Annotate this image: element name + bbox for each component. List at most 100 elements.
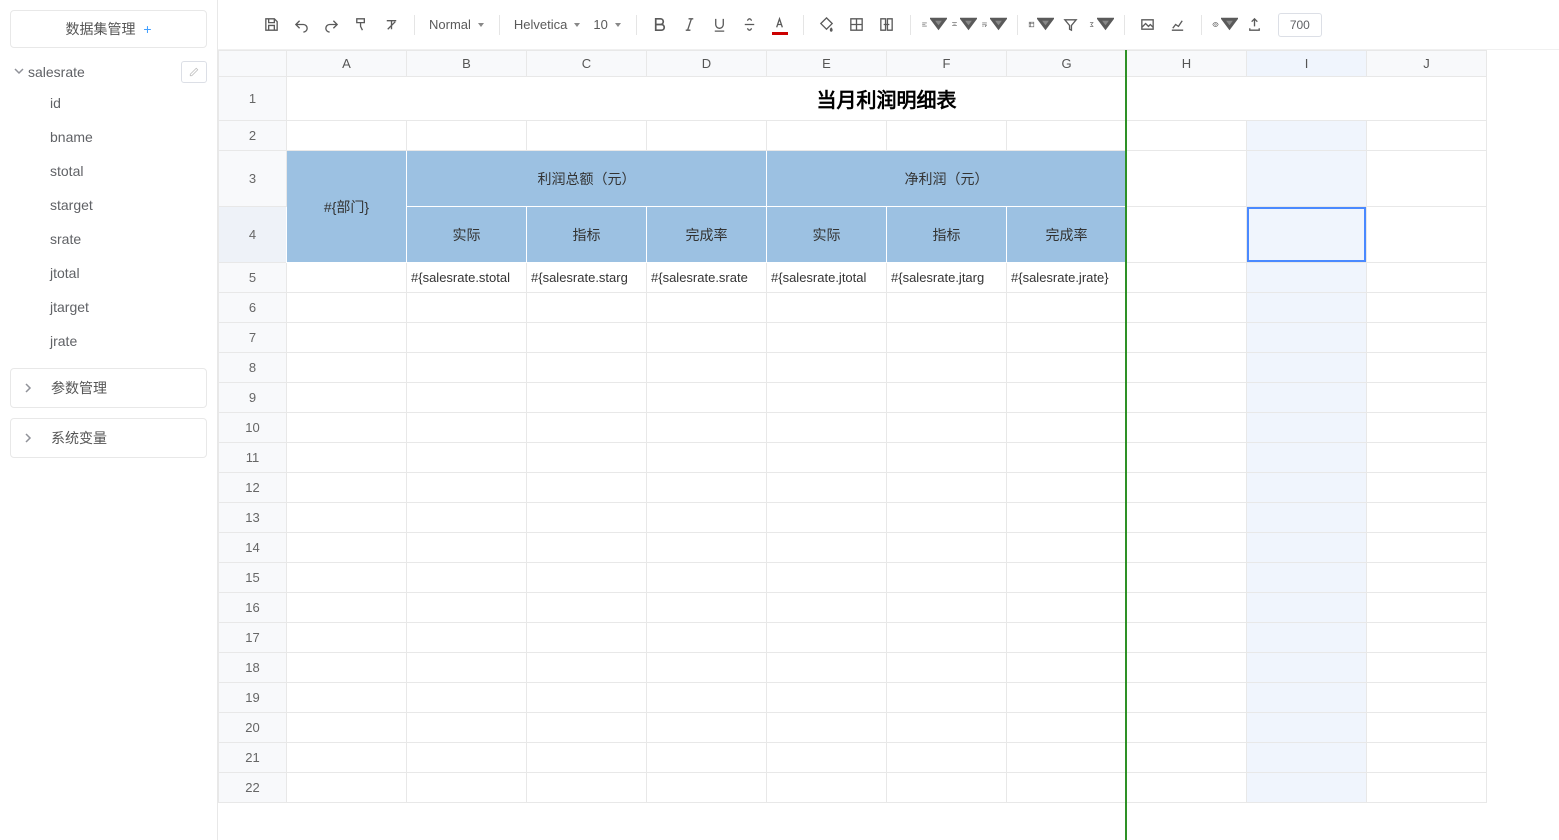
cell-D12[interactable] [647,473,767,503]
italic-icon[interactable] [677,12,703,38]
col-header-B[interactable]: B [407,51,527,77]
cell-C7[interactable] [527,323,647,353]
cell-J16[interactable] [1367,593,1487,623]
cell-A13[interactable] [287,503,407,533]
cell-H11[interactable] [1127,443,1247,473]
cell-A9[interactable] [287,383,407,413]
cell-A2[interactable] [287,121,407,151]
cell-E10[interactable] [767,413,887,443]
cell-D13[interactable] [647,503,767,533]
row-header-10[interactable]: 10 [219,413,287,443]
cell-J21[interactable] [1367,743,1487,773]
cell-D17[interactable] [647,623,767,653]
bold-icon[interactable] [647,12,673,38]
cell-H2[interactable] [1127,121,1247,151]
cell-J2[interactable] [1367,121,1487,151]
export-icon[interactable] [1242,12,1268,38]
cell-F19[interactable] [887,683,1007,713]
cell-J6[interactable] [1367,293,1487,323]
cell-C2[interactable] [527,121,647,151]
cell-I13[interactable] [1247,503,1367,533]
cell-dept[interactable]: #{部门} [287,151,407,263]
cell-C11[interactable] [527,443,647,473]
cell-G22[interactable] [1007,773,1127,803]
cell-B2[interactable] [407,121,527,151]
cell-H3[interactable] [1127,151,1247,207]
cell-D14[interactable] [647,533,767,563]
cell-C19[interactable] [527,683,647,713]
cell-A21[interactable] [287,743,407,773]
cell-D7[interactable] [647,323,767,353]
cell-F15[interactable] [887,563,1007,593]
row-header-22[interactable]: 22 [219,773,287,803]
cell-D16[interactable] [647,593,767,623]
cell-A16[interactable] [287,593,407,623]
cell-J12[interactable] [1367,473,1487,503]
tree-node-salesrate[interactable]: salesrate [10,58,207,86]
tree-field-jtotal[interactable]: jtotal [50,256,207,290]
freeze-icon[interactable] [1028,12,1054,38]
strike-icon[interactable] [737,12,763,38]
row-header-15[interactable]: 15 [219,563,287,593]
cell-J11[interactable] [1367,443,1487,473]
cell-C16[interactable] [527,593,647,623]
cell-B7[interactable] [407,323,527,353]
cell-H22[interactable] [1127,773,1247,803]
font-size-select[interactable]: 10 [589,12,625,38]
chart-icon[interactable] [1165,12,1191,38]
col-header-I[interactable]: I [1247,51,1367,77]
cell-D18[interactable] [647,653,767,683]
cell-D8[interactable] [647,353,767,383]
cell-J8[interactable] [1367,353,1487,383]
row-header-8[interactable]: 8 [219,353,287,383]
cell-I7[interactable] [1247,323,1367,353]
preview-icon[interactable] [1212,12,1238,38]
cell-I8[interactable] [1247,353,1367,383]
col-header-F[interactable]: F [887,51,1007,77]
cell-A22[interactable] [287,773,407,803]
cell-J5[interactable] [1367,263,1487,293]
filter-icon[interactable] [1058,12,1084,38]
h-align-icon[interactable] [921,12,947,38]
cell-G15[interactable] [1007,563,1127,593]
cell-F11[interactable] [887,443,1007,473]
cell-I16[interactable] [1247,593,1367,623]
cell-sub2-target[interactable]: 指标 [887,207,1007,263]
tree-field-stotal[interactable]: stotal [50,154,207,188]
cell-G2[interactable] [1007,121,1127,151]
cell-J14[interactable] [1367,533,1487,563]
cell-A19[interactable] [287,683,407,713]
cell-I10[interactable] [1247,413,1367,443]
cell-G20[interactable] [1007,713,1127,743]
cell-I9[interactable] [1247,383,1367,413]
cell-D19[interactable] [647,683,767,713]
cell-H9[interactable] [1127,383,1247,413]
cell-G13[interactable] [1007,503,1127,533]
cell-E18[interactable] [767,653,887,683]
cell-B20[interactable] [407,713,527,743]
v-align-icon[interactable] [951,12,977,38]
cell-G16[interactable] [1007,593,1127,623]
cell-A15[interactable] [287,563,407,593]
cell-A12[interactable] [287,473,407,503]
cell-H6[interactable] [1127,293,1247,323]
cell-A20[interactable] [287,713,407,743]
cell-G14[interactable] [1007,533,1127,563]
cell-H8[interactable] [1127,353,1247,383]
cell-I14[interactable] [1247,533,1367,563]
row-header-9[interactable]: 9 [219,383,287,413]
cell-F5[interactable]: #{salesrate.jtarg [887,263,1007,293]
formula-icon[interactable] [1088,12,1114,38]
cell-B17[interactable] [407,623,527,653]
cell-G11[interactable] [1007,443,1127,473]
dataset-manage-box[interactable]: 数据集管理 + [10,10,207,48]
cell-I12[interactable] [1247,473,1367,503]
cell-G6[interactable] [1007,293,1127,323]
cell-I18[interactable] [1247,653,1367,683]
cell-group1[interactable]: 利润总额（元） [407,151,767,207]
cell-C17[interactable] [527,623,647,653]
cell-group2[interactable]: 净利润（元） [767,151,1127,207]
save-icon[interactable] [258,12,284,38]
cell-H16[interactable] [1127,593,1247,623]
cell-F14[interactable] [887,533,1007,563]
